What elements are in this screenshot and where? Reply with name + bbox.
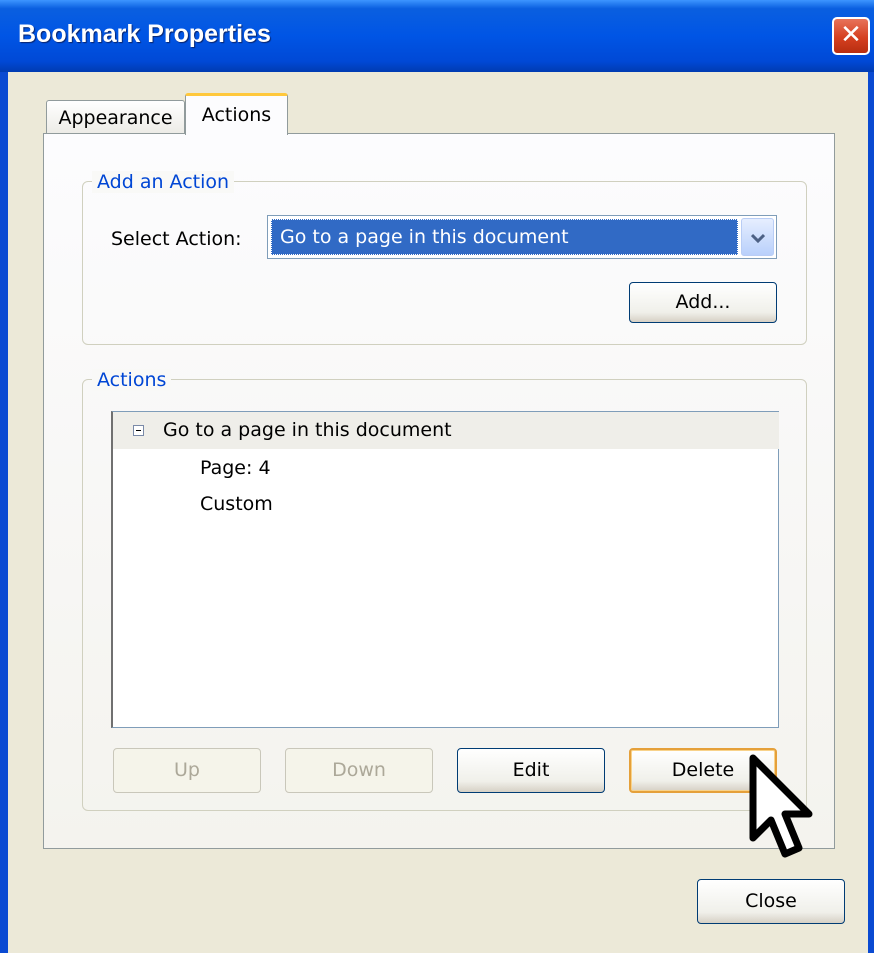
chevron-down-icon[interactable] xyxy=(741,218,774,256)
collapse-icon[interactable] xyxy=(133,425,144,436)
select-action-label: Select Action: xyxy=(111,228,242,250)
mouse-pointer-icon xyxy=(749,754,813,858)
add-button[interactable]: Add... xyxy=(629,282,777,323)
actions-tree-list[interactable]: Go to a page in this document Page: 4 Cu… xyxy=(111,411,779,728)
edit-button[interactable]: Edit xyxy=(457,748,605,793)
tab-actions[interactable]: Actions xyxy=(185,93,288,135)
add-action-legend: Add an Action xyxy=(92,171,235,193)
up-button[interactable]: Up xyxy=(113,748,261,793)
window-title: Bookmark Properties xyxy=(18,20,271,48)
tree-item-root[interactable]: Go to a page in this document xyxy=(113,412,779,449)
tree-item-page[interactable]: Page: 4 xyxy=(200,456,271,480)
tab-appearance[interactable]: Appearance xyxy=(46,100,185,134)
select-action-dropdown[interactable]: Go to a page in this document xyxy=(267,215,777,259)
close-button[interactable]: Close xyxy=(697,879,845,924)
close-icon[interactable]: ✕ xyxy=(832,17,870,55)
bookmark-properties-dialog: Bookmark Properties ✕ Appearance Actions… xyxy=(0,0,874,953)
tree-item-custom[interactable]: Custom xyxy=(200,492,273,516)
actions-legend: Actions xyxy=(92,369,172,391)
window-border-left xyxy=(0,72,8,953)
down-button[interactable]: Down xyxy=(285,748,433,793)
tree-item-root-label: Go to a page in this document xyxy=(163,419,452,441)
select-action-value[interactable]: Go to a page in this document xyxy=(271,219,738,255)
title-bar[interactable]: Bookmark Properties ✕ xyxy=(0,0,874,72)
window-border-right xyxy=(868,72,874,953)
